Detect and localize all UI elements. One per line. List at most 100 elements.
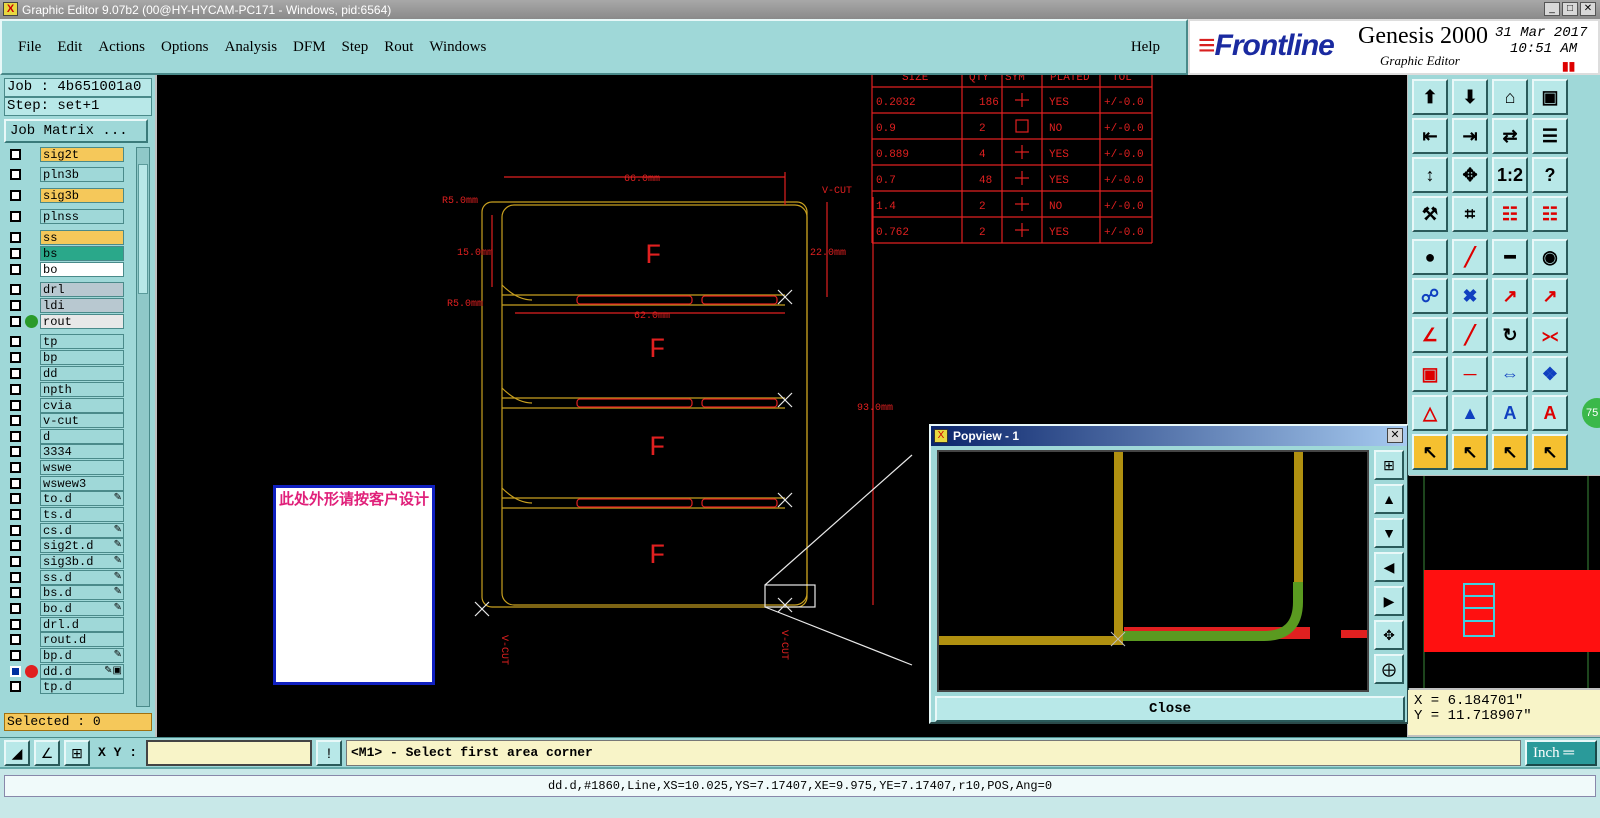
grid-snap-icon[interactable]: ⊞ bbox=[64, 740, 90, 766]
ruler-icon[interactable]: ━ bbox=[1492, 239, 1528, 275]
popview-close-icon[interactable]: ✕ bbox=[1387, 428, 1403, 443]
popview-zoom-icon[interactable]: ⊞ bbox=[1374, 450, 1404, 480]
layer-row-ss.d[interactable]: ss.d ✎ bbox=[4, 570, 126, 585]
layer-name[interactable]: bs bbox=[40, 246, 124, 261]
layer-checkbox[interactable] bbox=[10, 384, 21, 395]
job-matrix-button[interactable]: Job Matrix ... bbox=[4, 119, 148, 143]
alert-icon[interactable]: ! bbox=[316, 740, 342, 766]
layer-checkbox[interactable] bbox=[10, 493, 21, 504]
layer-checkbox[interactable] bbox=[10, 368, 21, 379]
layer-row-cvia[interactable]: cvia bbox=[4, 398, 126, 413]
layer-name[interactable]: drl bbox=[40, 282, 124, 297]
layer-name[interactable]: npth bbox=[40, 382, 124, 397]
layer-row-sig2t.d[interactable]: sig2t.d ✎ bbox=[4, 538, 126, 553]
layer-row-rout[interactable]: rout bbox=[4, 314, 126, 329]
layer-row-plnss[interactable]: plnss bbox=[4, 209, 126, 224]
segment-icon[interactable]: ─ bbox=[1452, 356, 1488, 392]
cross-icon[interactable]: ✖ bbox=[1452, 278, 1488, 314]
pan-right-icon[interactable]: ⇥ bbox=[1452, 118, 1488, 154]
layer-checkbox[interactable] bbox=[10, 264, 21, 275]
grid-icon[interactable]: ⌗ bbox=[1452, 196, 1488, 232]
layer-checkbox[interactable] bbox=[10, 149, 21, 160]
layer-checkbox[interactable] bbox=[10, 316, 21, 327]
swap-icon[interactable]: ⇄ bbox=[1492, 118, 1528, 154]
layers-red-icon[interactable]: ☷ bbox=[1492, 196, 1528, 232]
layer-name[interactable]: bs.d bbox=[40, 585, 124, 600]
popview-fit-icon[interactable]: ✥ bbox=[1374, 620, 1404, 650]
layer-name[interactable]: bp.d bbox=[40, 648, 124, 663]
layer-name[interactable]: to.d bbox=[40, 491, 124, 506]
layer-name[interactable]: 3334 bbox=[40, 444, 124, 459]
layer-name[interactable]: d bbox=[40, 429, 124, 444]
circle-icon[interactable]: ◉ bbox=[1532, 239, 1568, 275]
layer-name[interactable]: ss.d bbox=[40, 570, 124, 585]
menu-options[interactable]: Options bbox=[153, 39, 217, 56]
layer-checkbox[interactable] bbox=[10, 190, 21, 201]
pad-icon[interactable]: ● bbox=[1412, 239, 1448, 275]
layer-name[interactable]: plnss bbox=[40, 209, 124, 224]
layer-row-sig2t[interactable]: sig2t bbox=[4, 147, 126, 162]
layer-checkbox[interactable] bbox=[10, 478, 21, 489]
layer-name[interactable]: cvia bbox=[40, 398, 124, 413]
layer-row-npth[interactable]: npth bbox=[4, 382, 126, 397]
group-icon[interactable]: ❖ bbox=[1532, 356, 1568, 392]
layer-row-bp.d[interactable]: bp.d ✎ bbox=[4, 648, 126, 663]
layer-row-sig3b[interactable]: sig3b bbox=[4, 188, 126, 203]
home-up-icon[interactable]: ⬆ bbox=[1412, 79, 1448, 115]
layer-checkbox[interactable] bbox=[10, 211, 21, 222]
angle-snap-icon[interactable]: ∠ bbox=[34, 740, 60, 766]
layer-checkbox[interactable] bbox=[10, 681, 21, 692]
layer-name[interactable]: cs.d bbox=[40, 523, 124, 538]
layer-name[interactable]: ss bbox=[40, 230, 124, 245]
tools-icon[interactable]: ⚒ bbox=[1412, 196, 1448, 232]
move-point-icon[interactable]: ↗ bbox=[1492, 278, 1528, 314]
layer-name[interactable]: v-cut bbox=[40, 413, 124, 428]
layer-name[interactable]: sig3b bbox=[40, 188, 124, 203]
layer-name[interactable]: ldi bbox=[40, 298, 124, 313]
layer-row-v-cut[interactable]: v-cut bbox=[4, 413, 126, 428]
slope-icon[interactable]: ╱ bbox=[1452, 317, 1488, 353]
move-icon[interactable]: ↗ bbox=[1532, 278, 1568, 314]
home-down-icon[interactable]: ⬇ bbox=[1452, 79, 1488, 115]
triangle-b-icon[interactable]: A bbox=[1492, 395, 1528, 431]
layer-checkbox[interactable] bbox=[10, 232, 21, 243]
layer-checkbox[interactable] bbox=[10, 525, 21, 536]
layer-name[interactable]: pln3b bbox=[40, 167, 124, 182]
layer-name[interactable]: sig2t.d bbox=[40, 538, 124, 553]
popview-center-icon[interactable]: ⨁ bbox=[1374, 654, 1404, 684]
layer-checkbox[interactable] bbox=[10, 540, 21, 551]
minimap[interactable] bbox=[1408, 476, 1600, 688]
layer-row-ldi[interactable]: ldi bbox=[4, 298, 126, 313]
layer-row-drl.d[interactable]: drl.d bbox=[4, 617, 126, 632]
fit-vertical-icon[interactable]: ↕ bbox=[1412, 157, 1448, 193]
layer-checkbox[interactable] bbox=[10, 603, 21, 614]
layer-scrollbar[interactable] bbox=[136, 147, 150, 707]
layer-row-tp.d[interactable]: tp.d bbox=[4, 679, 126, 694]
layers-icon[interactable]: ☷ bbox=[1532, 196, 1568, 232]
connect-icon[interactable]: ☍ bbox=[1412, 278, 1448, 314]
menu-file[interactable]: File bbox=[10, 39, 49, 56]
popview-pan-left-icon[interactable]: ◀ bbox=[1374, 552, 1404, 582]
popview-canvas[interactable] bbox=[937, 450, 1369, 692]
menu-rout[interactable]: Rout bbox=[376, 39, 421, 56]
layer-checkbox[interactable] bbox=[10, 666, 21, 677]
help-icon[interactable]: ? bbox=[1532, 157, 1568, 193]
xy-input[interactable] bbox=[146, 740, 312, 766]
mirror-icon[interactable]: ⪥ bbox=[1532, 317, 1568, 353]
layer-row-pln3b[interactable]: pln3b bbox=[4, 167, 126, 182]
select-icon[interactable]: ↖ bbox=[1412, 434, 1448, 470]
layer-checkbox[interactable] bbox=[10, 587, 21, 598]
popview-pan-up-icon[interactable]: ▲ bbox=[1374, 484, 1404, 514]
layer-checkbox[interactable] bbox=[10, 248, 21, 259]
layer-name[interactable]: bo bbox=[40, 262, 124, 277]
fit-all-icon[interactable]: ✥ bbox=[1452, 157, 1488, 193]
select-circle-icon[interactable]: ↖ bbox=[1492, 434, 1528, 470]
popview-pan-down-icon[interactable]: ▼ bbox=[1374, 518, 1404, 548]
layer-row-bp[interactable]: bp bbox=[4, 350, 126, 365]
layer-checkbox[interactable] bbox=[10, 446, 21, 457]
menu-windows[interactable]: Windows bbox=[421, 39, 494, 56]
menu-help[interactable]: Help bbox=[1123, 39, 1168, 56]
layer-checkbox[interactable] bbox=[10, 509, 21, 520]
line-icon[interactable]: ╱ bbox=[1452, 239, 1488, 275]
layer-row-bs.d[interactable]: bs.d ✎ bbox=[4, 585, 126, 600]
